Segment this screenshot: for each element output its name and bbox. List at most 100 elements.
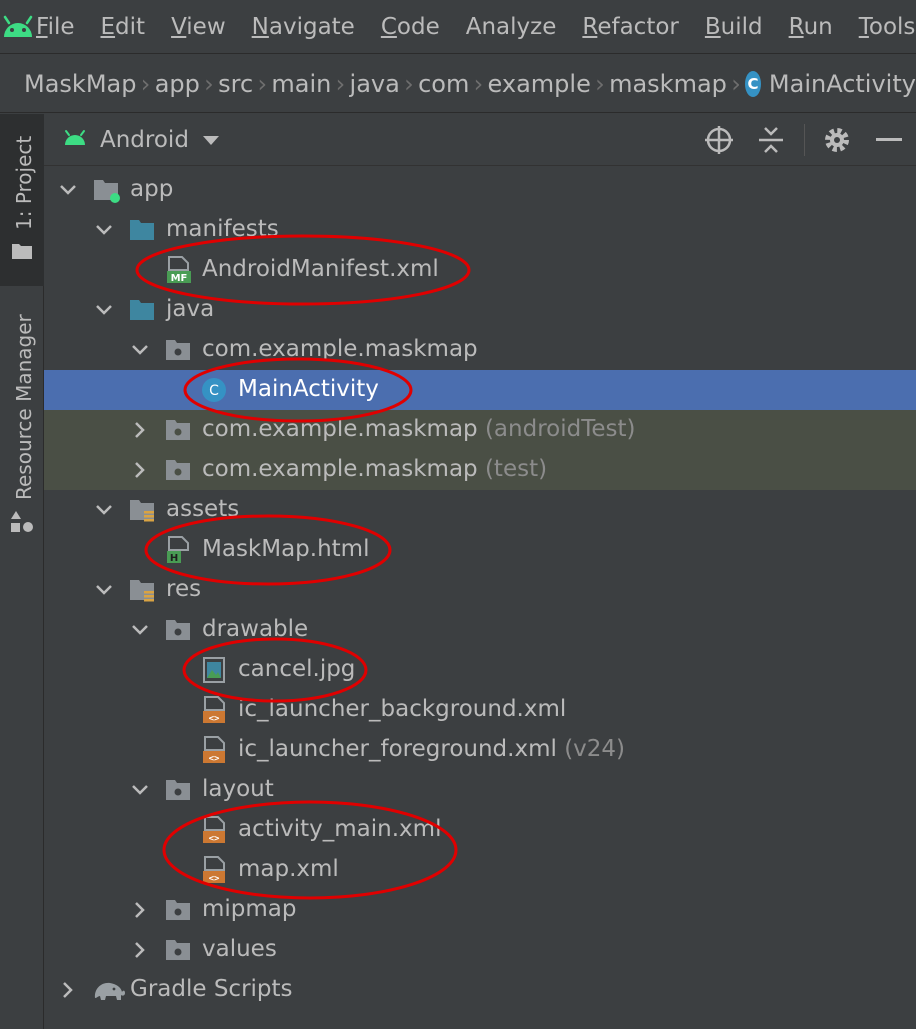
breadcrumb-item[interactable]: main xyxy=(271,70,331,98)
tree-row-app[interactable]: app xyxy=(44,170,916,210)
chevron-right-icon: › xyxy=(731,69,741,98)
tree-row-mipmap[interactable]: mipmap xyxy=(44,890,916,930)
android-icon xyxy=(62,129,88,151)
breadcrumb-item[interactable]: src xyxy=(218,70,253,98)
folder-icon xyxy=(166,780,190,800)
menu-code[interactable]: Code xyxy=(381,14,440,40)
manifest-file-icon: MF xyxy=(167,256,191,284)
menu-navigate[interactable]: Navigate xyxy=(252,14,355,40)
minimize-icon[interactable] xyxy=(874,125,904,155)
tree-row-values[interactable]: values xyxy=(44,930,916,970)
package-icon xyxy=(166,340,190,360)
chevron-down-icon[interactable] xyxy=(94,300,114,320)
menu-view[interactable]: View xyxy=(171,14,226,40)
chevron-down-icon[interactable] xyxy=(94,220,114,240)
xml-file-icon: <> xyxy=(203,736,225,764)
source-set-suffix: (test) xyxy=(484,456,548,482)
breadcrumb-item[interactable]: app xyxy=(155,70,200,98)
chevron-down-icon[interactable] xyxy=(130,780,150,800)
tree-row-maskmap-html[interactable]: H MaskMap.html xyxy=(44,530,916,570)
tree-label-layout: layout xyxy=(202,776,274,802)
tree-row-activity-main[interactable]: <> activity_main.xml xyxy=(44,810,916,850)
locate-target-icon[interactable] xyxy=(704,125,734,155)
chevron-right-icon[interactable] xyxy=(58,980,78,1000)
tree-label-app: app xyxy=(130,176,174,202)
chevron-right-icon: › xyxy=(595,69,605,98)
tree-row-cancel-jpg[interactable]: cancel.jpg xyxy=(44,650,916,690)
tree-row-package-android-test[interactable]: com.example.maskmap (androidTest) xyxy=(44,410,916,450)
chevron-down-icon[interactable] xyxy=(130,340,150,360)
chevron-right-icon: › xyxy=(335,69,346,98)
html-file-icon: H xyxy=(167,536,189,564)
breadcrumb-item[interactable]: com xyxy=(418,70,469,98)
project-tab-label: 1: Project xyxy=(12,135,36,230)
tree-label-maskmap-html: MaskMap.html xyxy=(202,536,370,562)
dropdown-caret-icon xyxy=(202,131,219,150)
chevron-down-icon[interactable] xyxy=(94,580,114,600)
menu-run[interactable]: Run xyxy=(789,14,833,40)
folder-icon xyxy=(166,940,190,960)
tree-row-package-main[interactable]: com.example.maskmap xyxy=(44,330,916,370)
resource-folder-icon xyxy=(130,580,154,602)
tree-row-drawable[interactable]: drawable xyxy=(44,610,916,650)
tree-row-map-xml[interactable]: <> map.xml xyxy=(44,850,916,890)
menu-build[interactable]: Build xyxy=(705,14,763,40)
tree-label-ic-launcher-background: ic_launcher_background.xml xyxy=(238,696,567,722)
menu-edit[interactable]: Edit xyxy=(101,14,146,40)
tree-row-assets[interactable]: assets xyxy=(44,490,916,530)
resource-manager-label: Resource Manager xyxy=(12,314,36,500)
tree-row-layout[interactable]: layout xyxy=(44,770,916,810)
menu-refactor[interactable]: Refactor xyxy=(582,14,679,40)
gear-icon[interactable] xyxy=(822,125,852,155)
menu-file[interactable]: File xyxy=(36,14,75,40)
source-set-suffix: (androidTest) xyxy=(484,416,636,442)
tree-row-gradle-scripts[interactable]: Gradle Scripts xyxy=(44,970,916,1010)
tree-label-java: java xyxy=(166,296,215,322)
chevron-down-icon[interactable] xyxy=(58,180,78,200)
svg-text:C: C xyxy=(209,383,219,399)
qualifier-suffix: (v24) xyxy=(564,736,626,762)
package-icon xyxy=(166,460,190,480)
tree-row-ic-launcher-background[interactable]: <> ic_launcher_background.xml xyxy=(44,690,916,730)
svg-text:MF: MF xyxy=(171,273,188,284)
menu-analyze[interactable]: Analyze xyxy=(466,14,557,40)
tree-row-main-activity[interactable]: C MainActivity xyxy=(44,370,916,410)
svg-text:H: H xyxy=(170,553,178,564)
breadcrumb-item[interactable]: java xyxy=(350,70,400,98)
tree-row-android-manifest[interactable]: MF AndroidManifest.xml xyxy=(44,250,916,290)
tree-label-ic-launcher-foreground: ic_launcher_foreground.xml (v24) xyxy=(238,736,626,762)
tool-window-strip: 1: Project Resource Manager xyxy=(0,114,44,1029)
tree-row-java[interactable]: java xyxy=(44,290,916,330)
tree-label-mipmap: mipmap xyxy=(202,896,297,922)
view-mode-dropdown[interactable]: Android xyxy=(62,114,219,166)
tree-label-cancel-jpg: cancel.jpg xyxy=(238,656,356,682)
breadcrumb-item[interactable]: maskmap xyxy=(609,70,727,98)
resource-manager-icon xyxy=(10,510,34,534)
project-tool-tab[interactable]: 1: Project xyxy=(0,114,44,286)
tree-row-manifests[interactable]: manifests xyxy=(44,210,916,250)
android-logo-icon xyxy=(0,0,36,54)
chevron-right-icon[interactable] xyxy=(130,940,150,960)
chevron-right-icon: › xyxy=(473,69,484,98)
svg-text:<>: <> xyxy=(209,754,220,764)
chevron-right-icon[interactable] xyxy=(130,900,150,920)
menu-tools[interactable]: Tools xyxy=(859,14,916,40)
tree-label-package: com.example.maskmap (test) xyxy=(202,456,548,482)
tree-row-package-test[interactable]: com.example.maskmap (test) xyxy=(44,450,916,490)
breadcrumb-item[interactable]: example xyxy=(488,70,591,98)
breadcrumb-item[interactable]: MaskMap xyxy=(24,70,136,98)
chevron-right-icon[interactable] xyxy=(130,460,150,480)
svg-text:<>: <> xyxy=(209,834,220,844)
resource-folder-icon xyxy=(130,500,154,522)
tree-row-ic-launcher-foreground[interactable]: <> ic_launcher_foreground.xml (v24) xyxy=(44,730,916,770)
collapse-all-icon[interactable] xyxy=(756,125,786,155)
chevron-down-icon[interactable] xyxy=(94,500,114,520)
tree-row-res[interactable]: res xyxy=(44,570,916,610)
breadcrumb-item-current[interactable]: MainActivity xyxy=(769,70,916,98)
chevron-right-icon[interactable] xyxy=(130,420,150,440)
chevron-down-icon[interactable] xyxy=(130,620,150,640)
resource-manager-tab[interactable]: Resource Manager xyxy=(0,304,44,540)
tree-label-package: com.example.maskmap (androidTest) xyxy=(202,416,636,442)
header-divider xyxy=(804,124,805,156)
tree-label-assets: assets xyxy=(166,496,240,522)
